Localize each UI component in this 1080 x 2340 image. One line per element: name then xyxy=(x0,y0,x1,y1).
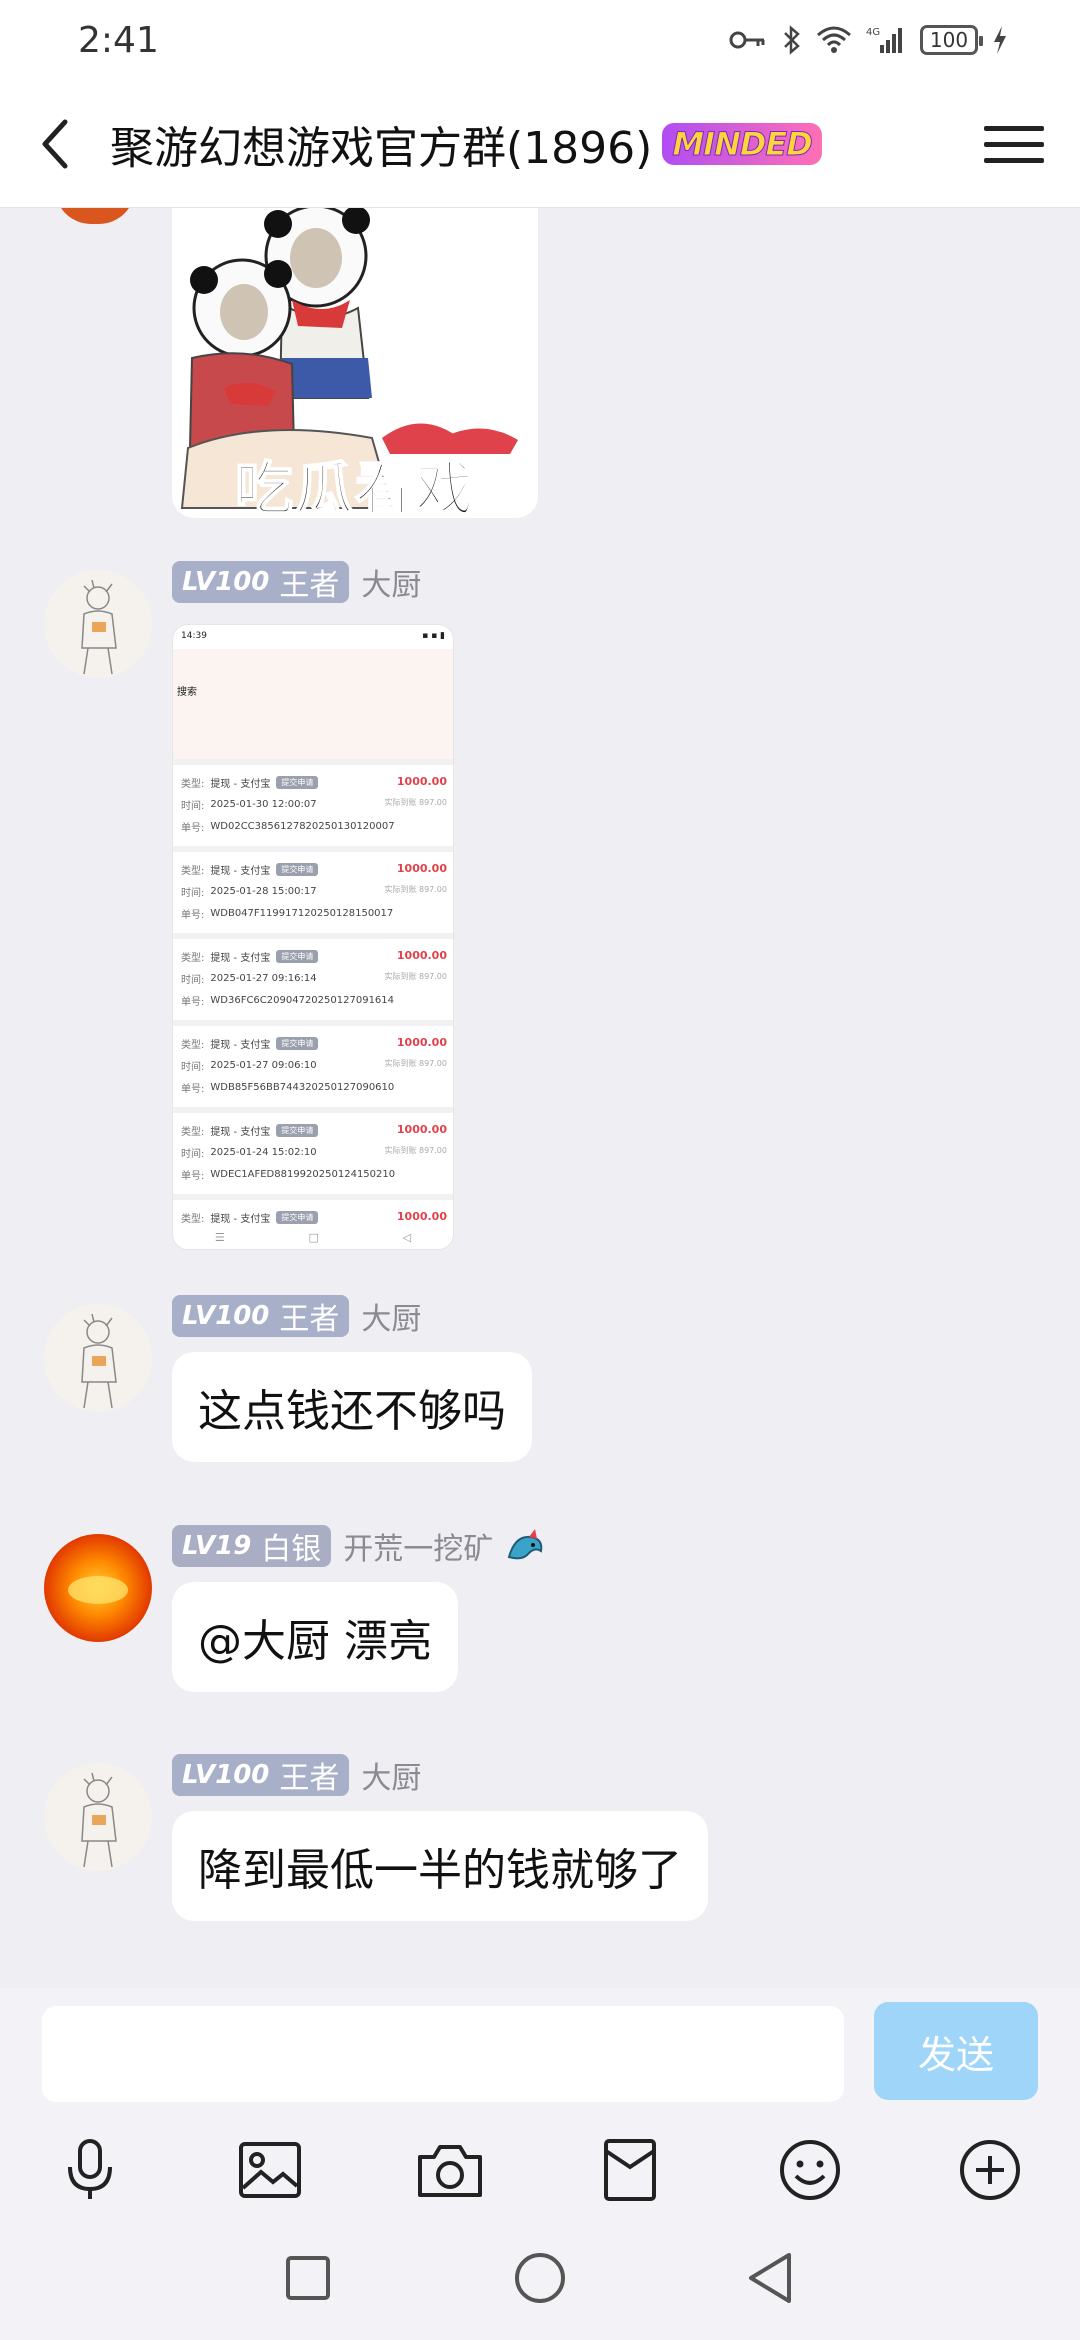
sticker-caption: 吃瓜看戏 xyxy=(234,454,475,518)
withdrawal-amount: 1000.00 xyxy=(396,862,447,875)
level-badge: LV100 王者 xyxy=(172,1295,350,1337)
menu-button[interactable] xyxy=(984,114,1044,174)
camera-icon xyxy=(418,2145,482,2197)
key-icon xyxy=(729,31,765,49)
image-icon xyxy=(239,2142,301,2198)
recents-button[interactable] xyxy=(268,2238,348,2318)
withdrawal-amount: 1000.00 xyxy=(396,1123,447,1136)
back-button[interactable] xyxy=(0,80,110,208)
withdrawal-amount: 1000.00 xyxy=(396,775,447,788)
level-badge: LV100 王者 xyxy=(172,561,350,603)
chat-message: LV19 白银 开荒一挖矿 @大厨 漂亮 xyxy=(0,1524,1080,1692)
sender-name[interactable]: 大厨 xyxy=(361,560,421,604)
avatar[interactable] xyxy=(44,1304,152,1412)
more-button[interactable] xyxy=(945,2120,1035,2220)
message-meta: LV100 王者 大厨 xyxy=(172,1753,421,1797)
chat-message: LV100 王者 大厨 降到最低一半的钱就够了 xyxy=(0,1753,1080,1921)
chat-message: LV100 王者 大厨 14:39 ▪ ▪ ▮ 搜索 类型: 提现 - 支付宝 提交… xyxy=(0,560,1080,1260)
avatar[interactable] xyxy=(55,208,135,224)
avatar[interactable] xyxy=(44,1534,152,1642)
message-composer: 发送 xyxy=(0,1988,1080,2340)
status-time: 2:41 xyxy=(78,19,159,61)
withdrawal-record-row: 类型: 提现 - 支付宝 提交申请 1000.00 实际到账 897.00 时间: 2025… xyxy=(173,1020,453,1107)
image-button[interactable] xyxy=(225,2120,315,2220)
emoji-icon xyxy=(780,2140,840,2200)
message-meta: LV100 王者 大厨 xyxy=(172,560,421,604)
charging-icon xyxy=(994,26,1006,54)
screenshot-status-bar: 14:39 ▪ ▪ ▮ xyxy=(181,631,445,641)
sender-name[interactable]: 开荒一挖矿 xyxy=(343,1524,493,1568)
minded-badge: MINDED xyxy=(662,122,822,165)
screenshot-image[interactable]: 14:39 ▪ ▪ ▮ 搜索 类型: 提现 - 支付宝 提交申请 1000.00 实际到… xyxy=(172,624,454,1250)
sketch-avatar-image xyxy=(44,1304,152,1412)
avatar[interactable] xyxy=(44,570,152,678)
send-button[interactable]: 发送 xyxy=(874,2002,1038,2100)
emoji-button[interactable] xyxy=(765,2120,855,2220)
screenshot-search-label: 搜索 xyxy=(177,687,197,698)
chat-message: LV100 王者 大厨 这点钱还不够吗 xyxy=(0,1294,1080,1462)
message-meta: LV19 白银 开荒一挖矿 xyxy=(172,1524,547,1568)
withdrawal-amount: 1000.00 xyxy=(396,1210,447,1223)
triangle-back-icon xyxy=(749,2253,791,2303)
wifi-icon xyxy=(817,26,851,53)
flame-avatar-image xyxy=(68,1576,128,1604)
square-icon xyxy=(286,2256,330,2300)
svg-text:4G: 4G xyxy=(866,27,880,38)
back-nav-button[interactable] xyxy=(730,2238,810,2318)
sketch-avatar-image xyxy=(44,570,152,678)
composer-toolbar xyxy=(0,2120,1080,2220)
group-title: 聚游幻想游戏官方群(1896) xyxy=(110,122,653,174)
system-nav-bar xyxy=(0,2220,1080,2340)
status-icons: 4G 100 xyxy=(728,24,1008,56)
bluetooth-icon xyxy=(784,25,800,55)
chat-message-list[interactable]: 吃瓜看戏 LV100 王者 大厨 14:39 ▪ ▪ ▮ 搜索 类型: 提现 -… xyxy=(0,208,1080,1988)
withdrawal-record-row: 类型: 提现 - 支付宝 提交申请 1000.00 实际到账 897.00 时间: 2025… xyxy=(173,1107,453,1194)
withdrawal-amount: 1000.00 xyxy=(396,1036,447,1049)
status-bar: 2:41 4G 100 xyxy=(0,0,1080,80)
message-bubble[interactable]: 这点钱还不够吗 xyxy=(172,1352,532,1462)
red-packet-button[interactable] xyxy=(585,2120,675,2220)
withdrawal-amount: 1000.00 xyxy=(396,949,447,962)
withdrawal-record-row: 类型: 提现 - 支付宝 提交申请 1000.00 实际到账 897.00 时间: 2025… xyxy=(173,759,453,846)
battery-indicator: 100 xyxy=(920,25,983,55)
withdrawal-record-row: 类型: 提现 - 支付宝 提交申请 1000.00 实际到账 897.00 时间: 2025… xyxy=(173,846,453,933)
screenshot-header: 搜索 xyxy=(173,649,453,759)
screenshot-rows: 类型: 提现 - 支付宝 提交申请 1000.00 实际到账 897.00 时间: 2025… xyxy=(173,759,453,1249)
back-icon xyxy=(42,119,68,168)
battery-level: 100 xyxy=(929,28,969,52)
plus-icon xyxy=(960,2140,1020,2200)
level-badge: LV100 王者 xyxy=(172,1754,350,1796)
avatar[interactable] xyxy=(44,1763,152,1871)
home-button[interactable] xyxy=(500,2238,580,2318)
sender-name[interactable]: 大厨 xyxy=(361,1753,421,1797)
microphone-icon xyxy=(68,2139,112,2199)
sketch-avatar-image xyxy=(44,1763,152,1871)
message-bubble[interactable]: 降到最低一半的钱就够了 xyxy=(172,1811,708,1921)
message-input[interactable] xyxy=(42,2006,844,2102)
chat-header: 聚游幻想游戏官方群(1896) MINDED xyxy=(0,80,1080,208)
withdrawal-record-row: 类型: 提现 - 支付宝 提交申请 1000.00 实际到账 897.00 时间: 2025… xyxy=(173,933,453,1020)
voice-button[interactable] xyxy=(45,2120,135,2220)
menu-icon xyxy=(984,125,1044,131)
sticker-image[interactable]: 吃瓜看戏 xyxy=(172,208,538,518)
circle-icon xyxy=(515,2253,565,2303)
level-badge: LV19 白银 xyxy=(172,1525,332,1567)
message-bubble[interactable]: @大厨 漂亮 xyxy=(172,1582,458,1692)
signal-icon: 4G xyxy=(866,27,902,53)
screenshot-nav: ☰ □ ◁ xyxy=(173,1225,453,1249)
red-packet-icon xyxy=(604,2139,656,2201)
camera-button[interactable] xyxy=(405,2120,495,2220)
dragon-decoration-icon xyxy=(508,1529,543,1560)
message-meta: LV100 王者 大厨 xyxy=(172,1294,421,1338)
sender-name[interactable]: 大厨 xyxy=(361,1294,421,1338)
